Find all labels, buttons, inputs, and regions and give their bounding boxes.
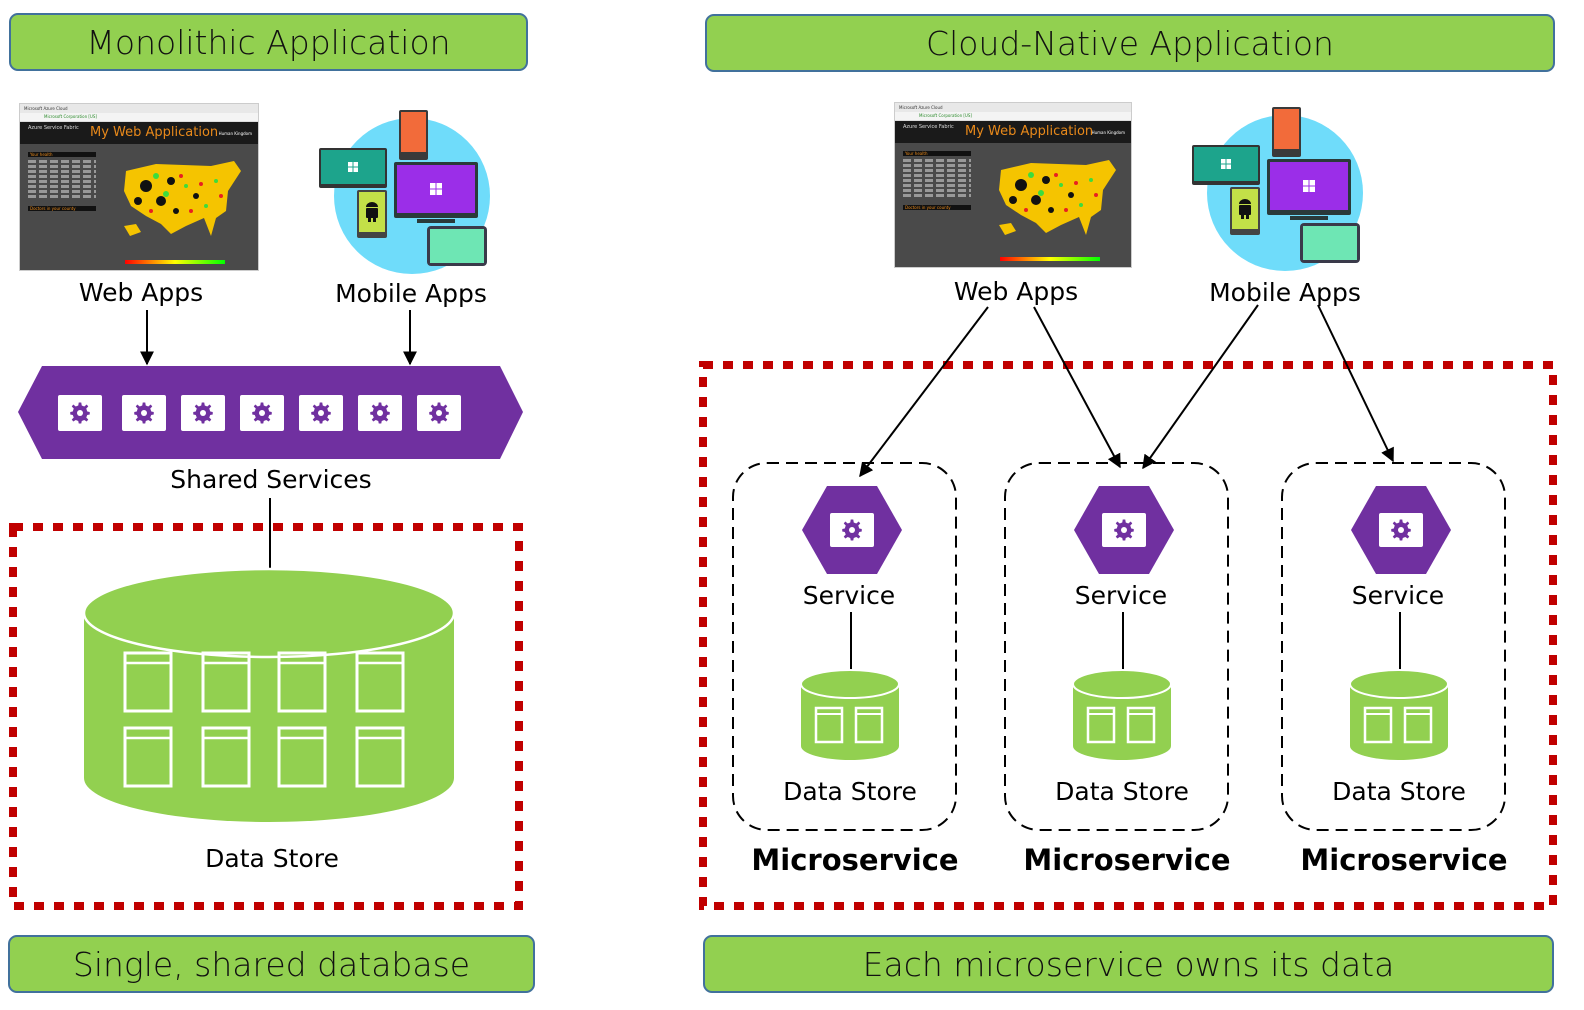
mobile-apps-label-right: Mobile Apps — [1209, 278, 1361, 307]
mobile-devices-illustration-right — [1192, 107, 1363, 271]
web-apps-label-left: Web Apps — [78, 278, 204, 307]
shared-data-store-cylinder — [82, 567, 456, 822]
arrow-web-to-ms1 — [859, 306, 989, 478]
data-store-cylinder — [1348, 668, 1450, 762]
shared-service-box — [417, 395, 461, 431]
service-label: Service — [1351, 581, 1445, 610]
data-store-cylinder — [1071, 668, 1173, 762]
data-store-cylinder — [799, 668, 901, 762]
shared-service-box — [299, 395, 343, 431]
data-store-label-left: Data Store — [205, 844, 339, 873]
microservice-caption: Microservice — [1300, 843, 1508, 877]
gear-icon — [193, 402, 213, 424]
mobile-apps-label-left: Mobile Apps — [335, 279, 487, 308]
arrow-mobile-to-ms3 — [1317, 304, 1394, 463]
microservice-1 — [732, 462, 957, 831]
shared-services-bar — [18, 366, 523, 459]
arrow-web-to-ms2 — [1033, 306, 1121, 469]
service-label: Service — [802, 581, 896, 610]
shared-service-box — [122, 395, 166, 431]
microservice-caption: Microservice — [751, 843, 959, 877]
arrow-mobile-to-ms2 — [1142, 304, 1259, 470]
service-hexagon — [802, 486, 902, 574]
data-store-label: Data Store — [783, 777, 917, 806]
shared-service-box — [358, 395, 402, 431]
shared-service-box — [181, 395, 225, 431]
gear-icon — [370, 402, 390, 424]
shared-service-box — [58, 395, 102, 431]
gear-icon — [252, 402, 272, 424]
data-store-label: Data Store — [1332, 777, 1466, 806]
gear-icon — [70, 402, 90, 424]
gear-icon — [429, 402, 449, 424]
service-hexagon — [1074, 486, 1174, 574]
shared-services-label: Shared Services — [170, 465, 372, 494]
gear-icon — [134, 402, 154, 424]
cloud-native-boundary — [699, 361, 1557, 910]
microservice-3 — [1281, 462, 1506, 831]
data-store-label: Data Store — [1055, 777, 1189, 806]
microservice-2 — [1004, 462, 1229, 831]
service-hexagon — [1351, 486, 1451, 574]
shared-service-box — [240, 395, 284, 431]
microservice-caption: Microservice — [1023, 843, 1231, 877]
service-label: Service — [1074, 581, 1168, 610]
mobile-devices-illustration-left — [319, 110, 490, 274]
web-apps-label-right: Web Apps — [953, 277, 1079, 306]
gear-icon — [311, 402, 331, 424]
